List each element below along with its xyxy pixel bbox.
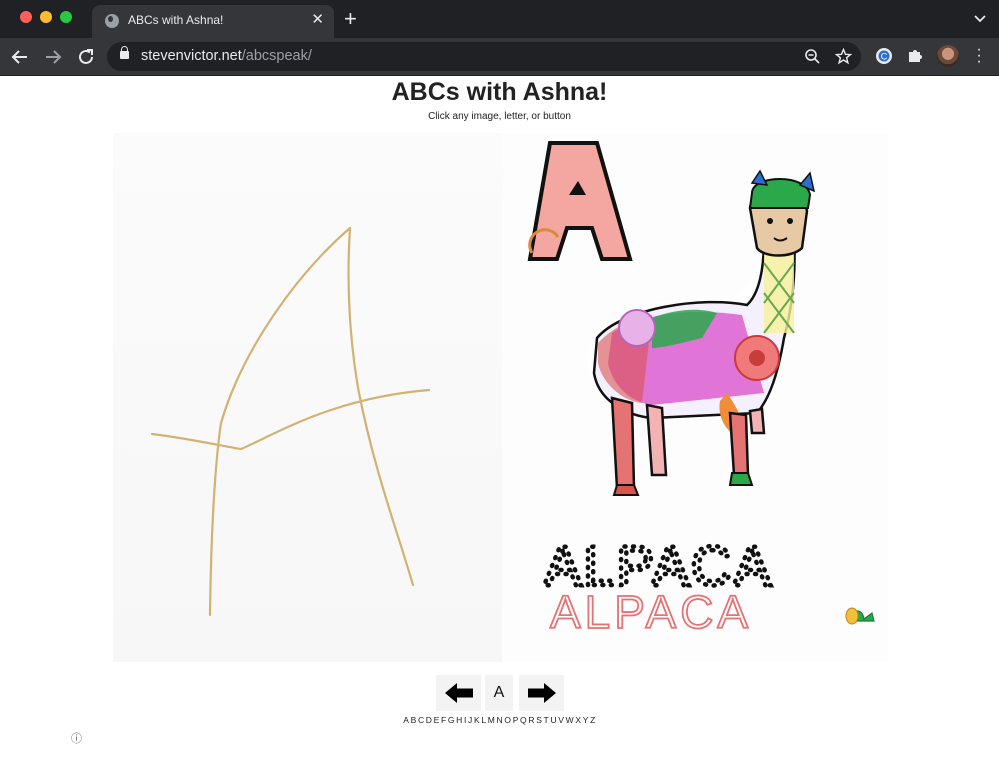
svg-text:C: C bbox=[881, 52, 888, 62]
alpaca-drawing-image[interactable]: ALPACA ALPACA bbox=[502, 133, 888, 662]
globe-icon bbox=[105, 14, 119, 28]
alphabet-link-b[interactable]: B bbox=[411, 715, 417, 725]
alphabet-link-u[interactable]: U bbox=[550, 715, 557, 725]
alphabet-link-h[interactable]: H bbox=[456, 715, 463, 725]
arrow-left-icon bbox=[444, 683, 473, 703]
puzzle-icon[interactable] bbox=[905, 46, 925, 66]
alphabet-link-s[interactable]: S bbox=[536, 715, 542, 725]
small-alpaca-doodle bbox=[845, 607, 875, 625]
alphabet-link-c[interactable]: C bbox=[418, 715, 425, 725]
alphabet-link-y[interactable]: Y bbox=[583, 715, 589, 725]
avatar[interactable] bbox=[937, 45, 959, 67]
alphabet-link-p[interactable]: P bbox=[513, 715, 519, 725]
minimize-window-button[interactable] bbox=[40, 11, 52, 23]
maximize-window-button[interactable] bbox=[60, 11, 72, 23]
forward-arrow-icon[interactable] bbox=[42, 46, 64, 68]
tab-close-button[interactable]: ✕ bbox=[311, 11, 324, 29]
word-traced: ALPACA bbox=[550, 586, 752, 638]
alphabet-links: ABCDEFGHIJKLMNOPQRSTUVWXYZ bbox=[0, 715, 999, 725]
tab-strip: ABCs with Ashna! ✕ + bbox=[0, 0, 999, 38]
alphabet-link-v[interactable]: V bbox=[558, 715, 564, 725]
alpaca-figure bbox=[588, 169, 816, 496]
extension-shield-icon[interactable]: C bbox=[874, 46, 894, 66]
letter-drawing-image[interactable] bbox=[113, 133, 502, 662]
info-icon[interactable]: ⓘ bbox=[71, 730, 82, 746]
alpaca-crayon-drawing: ALPACA ALPACA bbox=[527, 141, 875, 639]
alphabet-link-o[interactable]: O bbox=[504, 715, 511, 725]
zoom-out-icon[interactable] bbox=[804, 48, 821, 65]
new-tab-button[interactable]: + bbox=[344, 8, 357, 30]
kebab-icon[interactable]: · · · bbox=[976, 42, 982, 70]
arrow-right-icon bbox=[527, 683, 556, 703]
alphabet-link-k[interactable]: K bbox=[474, 715, 480, 725]
alphabet-link-d[interactable]: D bbox=[426, 715, 433, 725]
pencil-letter-drawing bbox=[150, 226, 431, 617]
alphabet-link-n[interactable]: N bbox=[497, 715, 504, 725]
reload-icon[interactable] bbox=[75, 46, 97, 68]
alphabet-link-j[interactable]: J bbox=[468, 715, 473, 725]
alphabet-link-z[interactable]: Z bbox=[590, 715, 596, 725]
letter-navigation: A bbox=[436, 675, 564, 711]
alphabet-link-f[interactable]: F bbox=[441, 715, 447, 725]
alphabet-link-a[interactable]: A bbox=[403, 715, 409, 725]
alphabet-link-w[interactable]: W bbox=[566, 715, 575, 725]
lock-icon[interactable] bbox=[120, 46, 129, 59]
url-text: stevenvictor.net/abcspeak/ bbox=[141, 48, 312, 64]
page-subtitle: Click any image, letter, or button bbox=[428, 111, 571, 122]
alphabet-link-e[interactable]: E bbox=[434, 715, 440, 725]
previous-letter-button[interactable] bbox=[436, 675, 481, 711]
alphabet-link-t[interactable]: T bbox=[544, 715, 550, 725]
outlined-letter-shape bbox=[527, 141, 633, 261]
star-icon[interactable] bbox=[835, 48, 852, 65]
close-window-button[interactable] bbox=[20, 11, 32, 23]
current-letter-button[interactable]: A bbox=[485, 675, 513, 711]
alphabet-link-i[interactable]: I bbox=[464, 715, 467, 725]
browser-toolbar: stevenvictor.net/abcspeak/ C · · · bbox=[0, 38, 999, 76]
alphabet-link-r[interactable]: R bbox=[528, 715, 535, 725]
alphabet-link-m[interactable]: M bbox=[488, 715, 496, 725]
tab-title: ABCs with Ashna! bbox=[128, 13, 224, 27]
back-arrow-icon[interactable] bbox=[9, 46, 31, 68]
alphabet-link-g[interactable]: G bbox=[448, 715, 455, 725]
chevron-down-icon[interactable] bbox=[973, 12, 987, 26]
address-bar[interactable]: stevenvictor.net/abcspeak/ bbox=[107, 42, 861, 71]
browser-tab[interactable]: ABCs with Ashna! ✕ bbox=[92, 5, 334, 38]
page-title: ABCs with Ashna! bbox=[391, 78, 608, 106]
next-letter-button[interactable] bbox=[519, 675, 564, 711]
alphabet-link-x[interactable]: X bbox=[575, 715, 581, 725]
alphabet-link-q[interactable]: Q bbox=[520, 715, 527, 725]
alphabet-link-l[interactable]: L bbox=[481, 715, 486, 725]
